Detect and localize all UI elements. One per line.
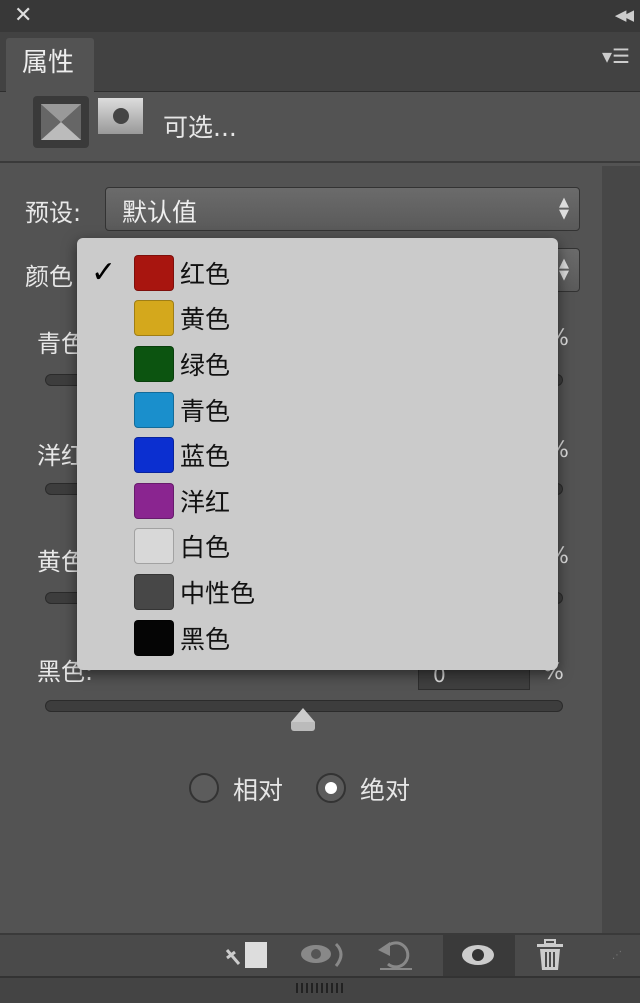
color-swatch: [134, 391, 174, 428]
dropdown-item[interactable]: 黄色: [77, 296, 558, 342]
adjustment-icon[interactable]: [33, 96, 89, 148]
slider-thumb-base[interactable]: [291, 722, 315, 731]
scrollbar[interactable]: [602, 166, 640, 934]
colors-dropdown-menu: ✓ 红色黄色绿色青色蓝色洋红白色中性色黑色: [77, 238, 558, 670]
dropdown-item[interactable]: 中性色: [77, 569, 558, 615]
dropdown-item-label: 绿色: [180, 350, 231, 380]
colors-label: 颜色: [25, 263, 73, 291]
dropdown-item[interactable]: 洋红: [77, 478, 558, 524]
relative-label[interactable]: 相对: [233, 771, 283, 807]
dropdown-item-label: 红色: [180, 259, 231, 289]
dropdown-item-label: 蓝色: [180, 442, 231, 472]
color-swatch: [134, 254, 174, 291]
panel-title-bar: [0, 0, 640, 32]
clip-to-layer-icon[interactable]: [223, 938, 271, 972]
resize-grip-icon[interactable]: ⋰: [612, 950, 622, 961]
layer-mask-icon[interactable]: [98, 98, 143, 134]
dropdown-item-label: 青色: [180, 396, 231, 426]
view-previous-icon[interactable]: [298, 938, 348, 972]
drag-handle[interactable]: [296, 983, 346, 993]
color-swatch: [134, 482, 174, 519]
reset-icon[interactable]: [376, 938, 416, 972]
dropdown-item[interactable]: ✓ 红色: [77, 250, 558, 296]
color-swatch: [134, 345, 174, 382]
color-swatch: [134, 619, 174, 656]
dropdown-item[interactable]: 白色: [77, 524, 558, 570]
dropdown-item-label: 黄色: [180, 305, 231, 335]
color-swatch: [134, 573, 174, 610]
tab-properties[interactable]: 属性: [6, 38, 94, 94]
absolute-radio[interactable]: [316, 773, 346, 803]
dropdown-item[interactable]: 青色: [77, 387, 558, 433]
checkmark-icon: ✓: [91, 255, 117, 291]
slider-thumb[interactable]: [291, 708, 315, 722]
dropdown-item[interactable]: 黑色: [77, 615, 558, 661]
trash-icon[interactable]: [534, 938, 566, 972]
dropdown-item-label: 洋红: [180, 487, 231, 517]
dropdown-item-label: 中性色: [180, 578, 256, 608]
panel-menu-icon[interactable]: ▾☰: [602, 44, 630, 68]
adjustment-type-label: 可选...: [163, 113, 237, 142]
dropdown-item-label: 黑色: [180, 624, 231, 654]
dropdown-item[interactable]: 蓝色: [77, 432, 558, 478]
preset-select[interactable]: 默认值 ▲ ▼: [105, 187, 580, 231]
color-swatch: [134, 300, 174, 337]
dropdown-item-label: 白色: [180, 533, 231, 563]
visibility-eye-icon[interactable]: [460, 938, 496, 972]
absolute-label[interactable]: 绝对: [360, 771, 410, 807]
double-chevron-left-icon[interactable]: ◀◀: [615, 6, 634, 24]
divider: [0, 161, 640, 163]
color-swatch: [134, 437, 174, 474]
tab-strip: [0, 32, 640, 92]
updown-icon: ▲ ▼: [559, 195, 569, 222]
relative-radio[interactable]: [189, 773, 219, 803]
dropdown-item[interactable]: 绿色: [77, 341, 558, 387]
color-swatch: [134, 528, 174, 565]
preset-value: 默认值: [122, 198, 198, 227]
preset-label: 预设:: [25, 199, 82, 227]
close-icon[interactable]: ✕: [14, 3, 32, 28]
updown-icon: ▲ ▼: [559, 256, 569, 283]
